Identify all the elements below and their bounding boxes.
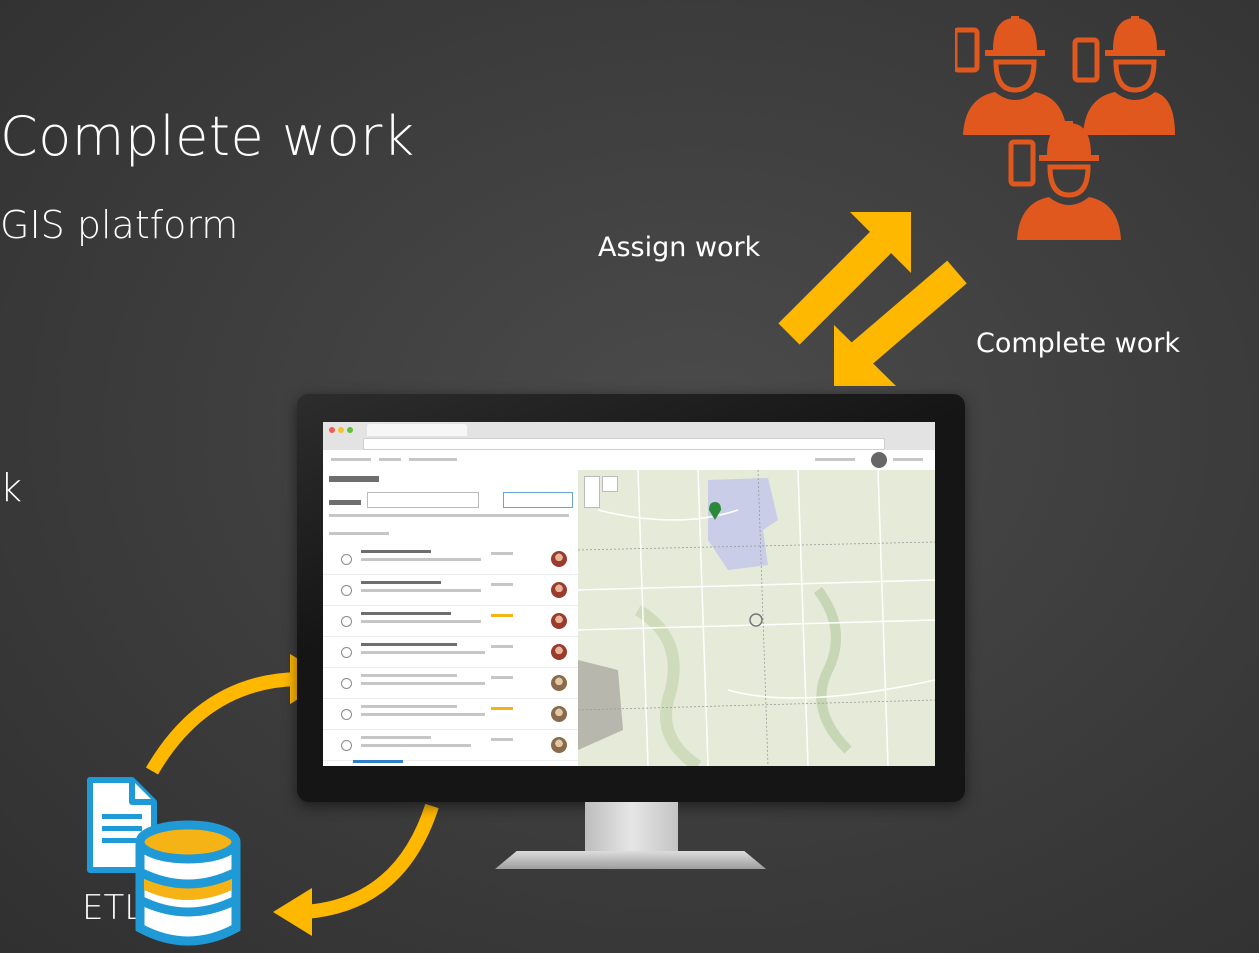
window-close-dot	[329, 427, 335, 433]
list-item	[323, 730, 578, 761]
list-item	[323, 699, 578, 730]
database-icon	[135, 820, 241, 946]
list-item	[323, 544, 578, 575]
monitor-stand-neck	[585, 802, 678, 854]
user-avatar	[871, 452, 887, 468]
browser-chrome	[323, 422, 935, 451]
map-canvas	[578, 470, 935, 766]
monitor-stand-base	[495, 851, 766, 869]
search-box	[367, 492, 479, 508]
home-control	[602, 476, 618, 492]
window-maximize-dot	[347, 427, 353, 433]
worker-icon	[1072, 16, 1175, 135]
app-header	[323, 450, 935, 471]
window-minimize-dot	[338, 427, 344, 433]
address-bar	[363, 438, 885, 450]
list-item	[323, 637, 578, 668]
map-view	[578, 470, 935, 766]
browser-tab	[367, 424, 467, 436]
screen-to-etl-arrow	[273, 803, 439, 936]
assignments-panel	[323, 470, 579, 766]
list-item	[323, 606, 578, 637]
zoom-control	[584, 476, 600, 508]
list-item	[323, 575, 578, 606]
list-item	[323, 668, 578, 699]
workforce-app-screenshot	[323, 422, 935, 766]
worker-icon	[1008, 121, 1121, 240]
worker-icon	[955, 16, 1067, 135]
mobile-worker-group-icon	[955, 16, 1175, 240]
add-button	[503, 492, 573, 508]
